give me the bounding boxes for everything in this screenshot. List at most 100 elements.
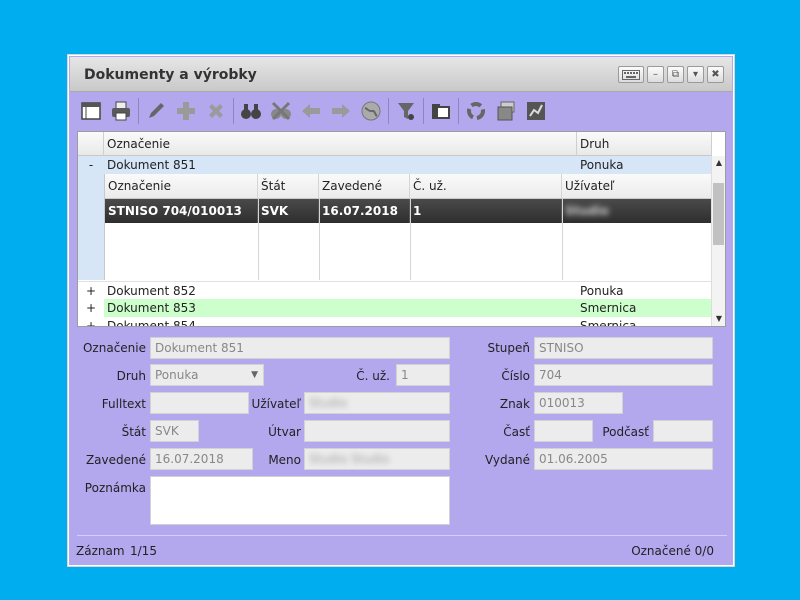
label-c-uz: Č. už. xyxy=(356,369,390,383)
row-type: Ponuka xyxy=(580,284,624,298)
window-title: Dokumenty a výrobky xyxy=(84,67,257,83)
grid-scrollbar[interactable]: ▲ ▼ xyxy=(711,156,725,326)
clear-search-icon[interactable] xyxy=(266,97,296,125)
row-type: Smernica xyxy=(580,301,637,315)
record-counter: 1/15 xyxy=(130,544,157,558)
cast-field[interactable] xyxy=(534,420,593,442)
sub-cell-oznacenie: STNISO 704/010013 xyxy=(105,199,258,223)
stat-field[interactable]: SVK xyxy=(150,420,199,442)
column-header-oznacenie[interactable]: Označenie xyxy=(104,132,577,156)
label-poznamka: Poznámka xyxy=(84,481,146,495)
toolbar-separator xyxy=(233,98,234,124)
arrow-right-icon[interactable] xyxy=(326,97,356,125)
chart-frame-icon[interactable] xyxy=(521,97,551,125)
label-podcast: Podčasť xyxy=(602,425,649,439)
label-uzivatel: Užívateľ xyxy=(251,397,301,411)
row-name: Dokument 852 xyxy=(107,284,196,298)
column-divider xyxy=(258,199,259,280)
row-name: Dokument 851 xyxy=(107,158,196,172)
label-zavedene: Zavedené xyxy=(85,453,146,467)
meno-field[interactable]: Studio Studio xyxy=(304,448,450,470)
vydane-field[interactable]: 01.06.2005 xyxy=(534,448,713,470)
label-stat: Štát xyxy=(121,425,146,439)
utvar-field[interactable] xyxy=(304,420,450,442)
selected-subgrid-row[interactable]: STNISO 704/010013 SVK 16.07.2018 1 Studi… xyxy=(105,199,713,223)
toolbar-separator xyxy=(458,98,459,124)
arrow-left-icon[interactable] xyxy=(296,97,326,125)
expand-toggle[interactable]: + xyxy=(78,317,104,326)
druh-select[interactable]: Ponuka ▼ xyxy=(150,364,264,386)
documents-grid: Označenie Druh - Dokument 851 Ponuka Ozn… xyxy=(77,131,726,327)
label-fulltext: Fulltext xyxy=(101,397,146,411)
globe-icon[interactable] xyxy=(356,97,386,125)
minimize-icon[interactable]: – xyxy=(647,66,664,83)
chevron-down-icon: ▼ xyxy=(251,370,258,380)
table-row[interactable]: - Dokument 851 Ponuka xyxy=(78,156,712,174)
stack-documents-icon[interactable] xyxy=(491,97,521,125)
c-uz-field[interactable]: 1 xyxy=(396,364,450,386)
expand-toggle[interactable]: + xyxy=(78,282,104,300)
toolbar-separator xyxy=(138,98,139,124)
keyboard-icon[interactable] xyxy=(618,66,644,83)
uzivatel-field[interactable]: Studio xyxy=(304,392,450,414)
toolbar xyxy=(76,95,728,127)
column-divider xyxy=(319,199,320,280)
documents-window: Dokumenty a výrobky – ⧉ ▾ ✖ Označenie Dr… xyxy=(67,54,735,567)
column-header-druh[interactable]: Druh xyxy=(577,132,712,156)
stupen-field[interactable]: STNISO xyxy=(534,337,713,359)
sub-column-uzivatel[interactable]: Užívateľ xyxy=(562,174,713,199)
dropdown-icon[interactable]: ▾ xyxy=(687,66,704,83)
grid-header: Označenie Druh xyxy=(78,132,712,156)
sub-cell-stat: SVK xyxy=(258,199,319,223)
table-row[interactable]: + Dokument 853 Smernica xyxy=(78,299,712,317)
edit-pen-icon[interactable] xyxy=(141,97,171,125)
sub-column-c-uz[interactable]: Č. už. xyxy=(410,174,562,199)
label-utvar: Útvar xyxy=(268,425,301,439)
title-bar[interactable]: Dokumenty a výrobky – ⧉ ▾ ✖ xyxy=(70,57,732,92)
row-name: Dokument 854 xyxy=(107,319,196,327)
selected-counter: Označené 0/0 xyxy=(631,544,714,558)
detail-subgrid: Označenie Štát Zavedené Č. už. Užívateľ … xyxy=(104,174,713,280)
label-znak: Znak xyxy=(499,397,530,411)
row-type: Ponuka xyxy=(580,158,624,172)
label-meno: Meno xyxy=(268,453,301,467)
fulltext-field[interactable] xyxy=(150,392,249,414)
table-row[interactable]: + Dokument 854 Smernica xyxy=(78,317,712,327)
poznamka-textarea[interactable] xyxy=(150,476,450,525)
toolbar-separator xyxy=(388,98,389,124)
sub-column-zavedene[interactable]: Zavedené xyxy=(319,174,410,199)
table-row[interactable]: + Dokument 852 Ponuka xyxy=(78,281,712,299)
cislo-field[interactable]: 704 xyxy=(534,364,713,386)
zavedene-field[interactable]: 16.07.2018 xyxy=(150,448,253,470)
window-controls: – ⧉ ▾ ✖ xyxy=(618,66,724,83)
scroll-up-icon[interactable]: ▲ xyxy=(712,156,725,170)
expand-toggle[interactable]: + xyxy=(78,299,104,317)
znak-field[interactable]: 010013 xyxy=(534,392,623,414)
scroll-down-icon[interactable]: ▼ xyxy=(712,312,725,326)
column-divider xyxy=(562,199,563,280)
binoculars-search-icon[interactable] xyxy=(236,97,266,125)
uzivatel-value: Studio xyxy=(309,396,348,410)
popout-icon[interactable]: ⧉ xyxy=(667,66,684,83)
meno-value: Studio Studio xyxy=(309,452,390,466)
delete-x-icon[interactable] xyxy=(201,97,231,125)
druh-value: Ponuka xyxy=(155,368,199,382)
refresh-cycle-icon[interactable] xyxy=(461,97,491,125)
sub-column-stat[interactable]: Štát xyxy=(258,174,319,199)
grid-view-icon[interactable] xyxy=(76,97,106,125)
filter-funnel-icon[interactable] xyxy=(391,97,421,125)
printer-icon[interactable] xyxy=(106,97,136,125)
close-icon[interactable]: ✖ xyxy=(707,66,724,83)
podcast-field[interactable] xyxy=(653,420,713,442)
oznacenie-field[interactable]: Dokument 851 xyxy=(150,337,450,359)
add-plus-icon[interactable] xyxy=(171,97,201,125)
sub-column-oznacenie[interactable]: Označenie xyxy=(105,174,258,199)
scrollbar-thumb[interactable] xyxy=(713,183,724,245)
collapse-toggle[interactable]: - xyxy=(78,156,104,174)
folder-export-icon[interactable] xyxy=(426,97,456,125)
label-druh: Druh xyxy=(116,369,146,383)
label-cislo: Číslo xyxy=(501,369,530,383)
row-type: Smernica xyxy=(580,319,637,327)
label-cast: Časť xyxy=(503,425,530,439)
sub-cell-uzivatel: Studio xyxy=(565,204,609,218)
